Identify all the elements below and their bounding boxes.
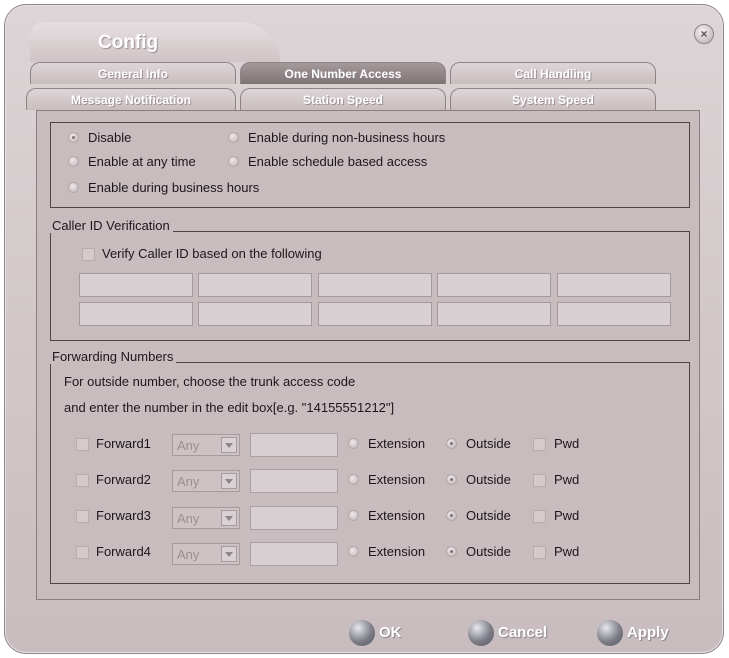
forward4-extension-radio[interactable] [348,546,359,557]
orb-icon [468,620,494,646]
chevron-down-icon[interactable] [221,437,237,453]
apply-button-label: Apply [627,624,669,641]
forward3-outside-radio[interactable] [446,510,457,521]
radio-enable-schedule-label: Enable schedule based access [248,154,428,169]
caller-id-cell[interactable] [318,273,432,297]
caller-id-cell[interactable] [437,302,551,326]
radio-enable-schedule[interactable] [228,156,239,167]
caller-id-cell[interactable] [557,273,671,297]
tab-message-notification[interactable]: Message Notification [26,88,236,110]
forward2-number-input[interactable] [250,469,338,493]
forward4-trunk-select[interactable]: Any [172,543,240,565]
tab-one-number-access[interactable]: One Number Access [240,62,446,84]
orb-icon [597,620,623,646]
forward1-label: Forward1 [96,436,151,451]
forward2-outside-radio[interactable] [446,474,457,485]
caller-id-cell[interactable] [79,273,193,297]
caller-id-cell[interactable] [198,302,312,326]
chevron-down-icon[interactable] [221,510,237,526]
forward4-pwd-checkbox[interactable] [533,546,546,559]
radio-disable[interactable] [68,132,79,143]
radio-enable-non-business-hours-label: Enable during non-business hours [248,130,446,145]
caller-id-cell[interactable] [198,273,312,297]
forwarding-info-line2: and enter the number in the edit box[e.g… [64,400,395,415]
window-title: Config [98,32,159,53]
caller-id-cell[interactable] [557,302,671,326]
forward3-number-input[interactable] [250,506,338,530]
apply-button[interactable]: Apply [597,620,687,646]
forward2-pwd-checkbox[interactable] [533,474,546,487]
forward2-extension-radio[interactable] [348,474,359,485]
close-icon[interactable]: × [694,24,714,44]
forward2-extension-label: Extension [368,472,426,487]
forward3-trunk-select[interactable]: Any [172,507,240,529]
caller-id-cell[interactable] [79,302,193,326]
ok-button[interactable]: OK [349,620,419,646]
radio-enable-business-hours-label: Enable during business hours [88,180,260,195]
forward3-label: Forward3 [96,508,151,523]
forward2-label: Forward2 [96,472,151,487]
forwarding-info-line1: For outside number, choose the trunk acc… [64,374,356,389]
verify-caller-id-checkbox[interactable] [82,248,95,261]
tab-call-handling[interactable]: Call Handling [450,62,656,84]
forward4-outside-radio[interactable] [446,546,457,557]
radio-enable-non-business-hours[interactable] [228,132,239,143]
forward2-pwd-label: Pwd [554,472,580,487]
forward4-outside-label: Outside [466,544,511,559]
forward4-checkbox[interactable] [76,546,89,559]
forward2-checkbox[interactable] [76,474,89,487]
radio-enable-any-time[interactable] [68,156,79,167]
chevron-down-icon[interactable] [221,473,237,489]
tab-general-info[interactable]: General Info [30,62,236,84]
forward1-pwd-checkbox[interactable] [533,438,546,451]
forward2-trunk-select[interactable]: Any [172,470,240,492]
caller-id-group-label: Caller ID Verification [49,218,173,233]
tab-station-speed[interactable]: Station Speed [240,88,446,110]
forward3-outside-label: Outside [466,508,511,523]
cancel-button-label: Cancel [498,624,548,641]
forward4-trunk-value: Any [177,547,200,562]
orb-icon [349,620,375,646]
radio-enable-any-time-label: Enable at any time [88,154,196,169]
forward3-extension-label: Extension [368,508,426,523]
forward1-pwd-label: Pwd [554,436,580,451]
caller-id-cell[interactable] [318,302,432,326]
forward1-number-input[interactable] [250,433,338,457]
forward1-extension-radio[interactable] [348,438,359,449]
forward1-extension-label: Extension [368,436,426,451]
forward3-pwd-checkbox[interactable] [533,510,546,523]
forwarding-group-label: Forwarding Numbers [49,349,177,364]
tab-system-speed[interactable]: System Speed [450,88,656,110]
forward1-outside-radio[interactable] [446,438,457,449]
cancel-button[interactable]: Cancel [468,620,568,646]
forward4-number-input[interactable] [250,542,338,566]
forward1-outside-label: Outside [466,436,511,451]
forward1-trunk-value: Any [177,438,200,453]
forward4-label: Forward4 [96,544,151,559]
forward3-extension-radio[interactable] [348,510,359,521]
chevron-down-icon[interactable] [221,546,237,562]
forward3-checkbox[interactable] [76,510,89,523]
ok-button-label: OK [379,624,402,641]
forward3-trunk-value: Any [177,511,200,526]
forward4-pwd-label: Pwd [554,544,580,559]
radio-disable-label: Disable [88,130,132,145]
forward1-trunk-select[interactable]: Any [172,434,240,456]
forward4-extension-label: Extension [368,544,426,559]
forward3-pwd-label: Pwd [554,508,580,523]
radio-enable-business-hours[interactable] [68,182,79,193]
forward2-outside-label: Outside [466,472,511,487]
caller-id-cell[interactable] [437,273,551,297]
forward1-checkbox[interactable] [76,438,89,451]
verify-caller-id-label: Verify Caller ID based on the following [102,246,322,261]
forward2-trunk-value: Any [177,474,200,489]
